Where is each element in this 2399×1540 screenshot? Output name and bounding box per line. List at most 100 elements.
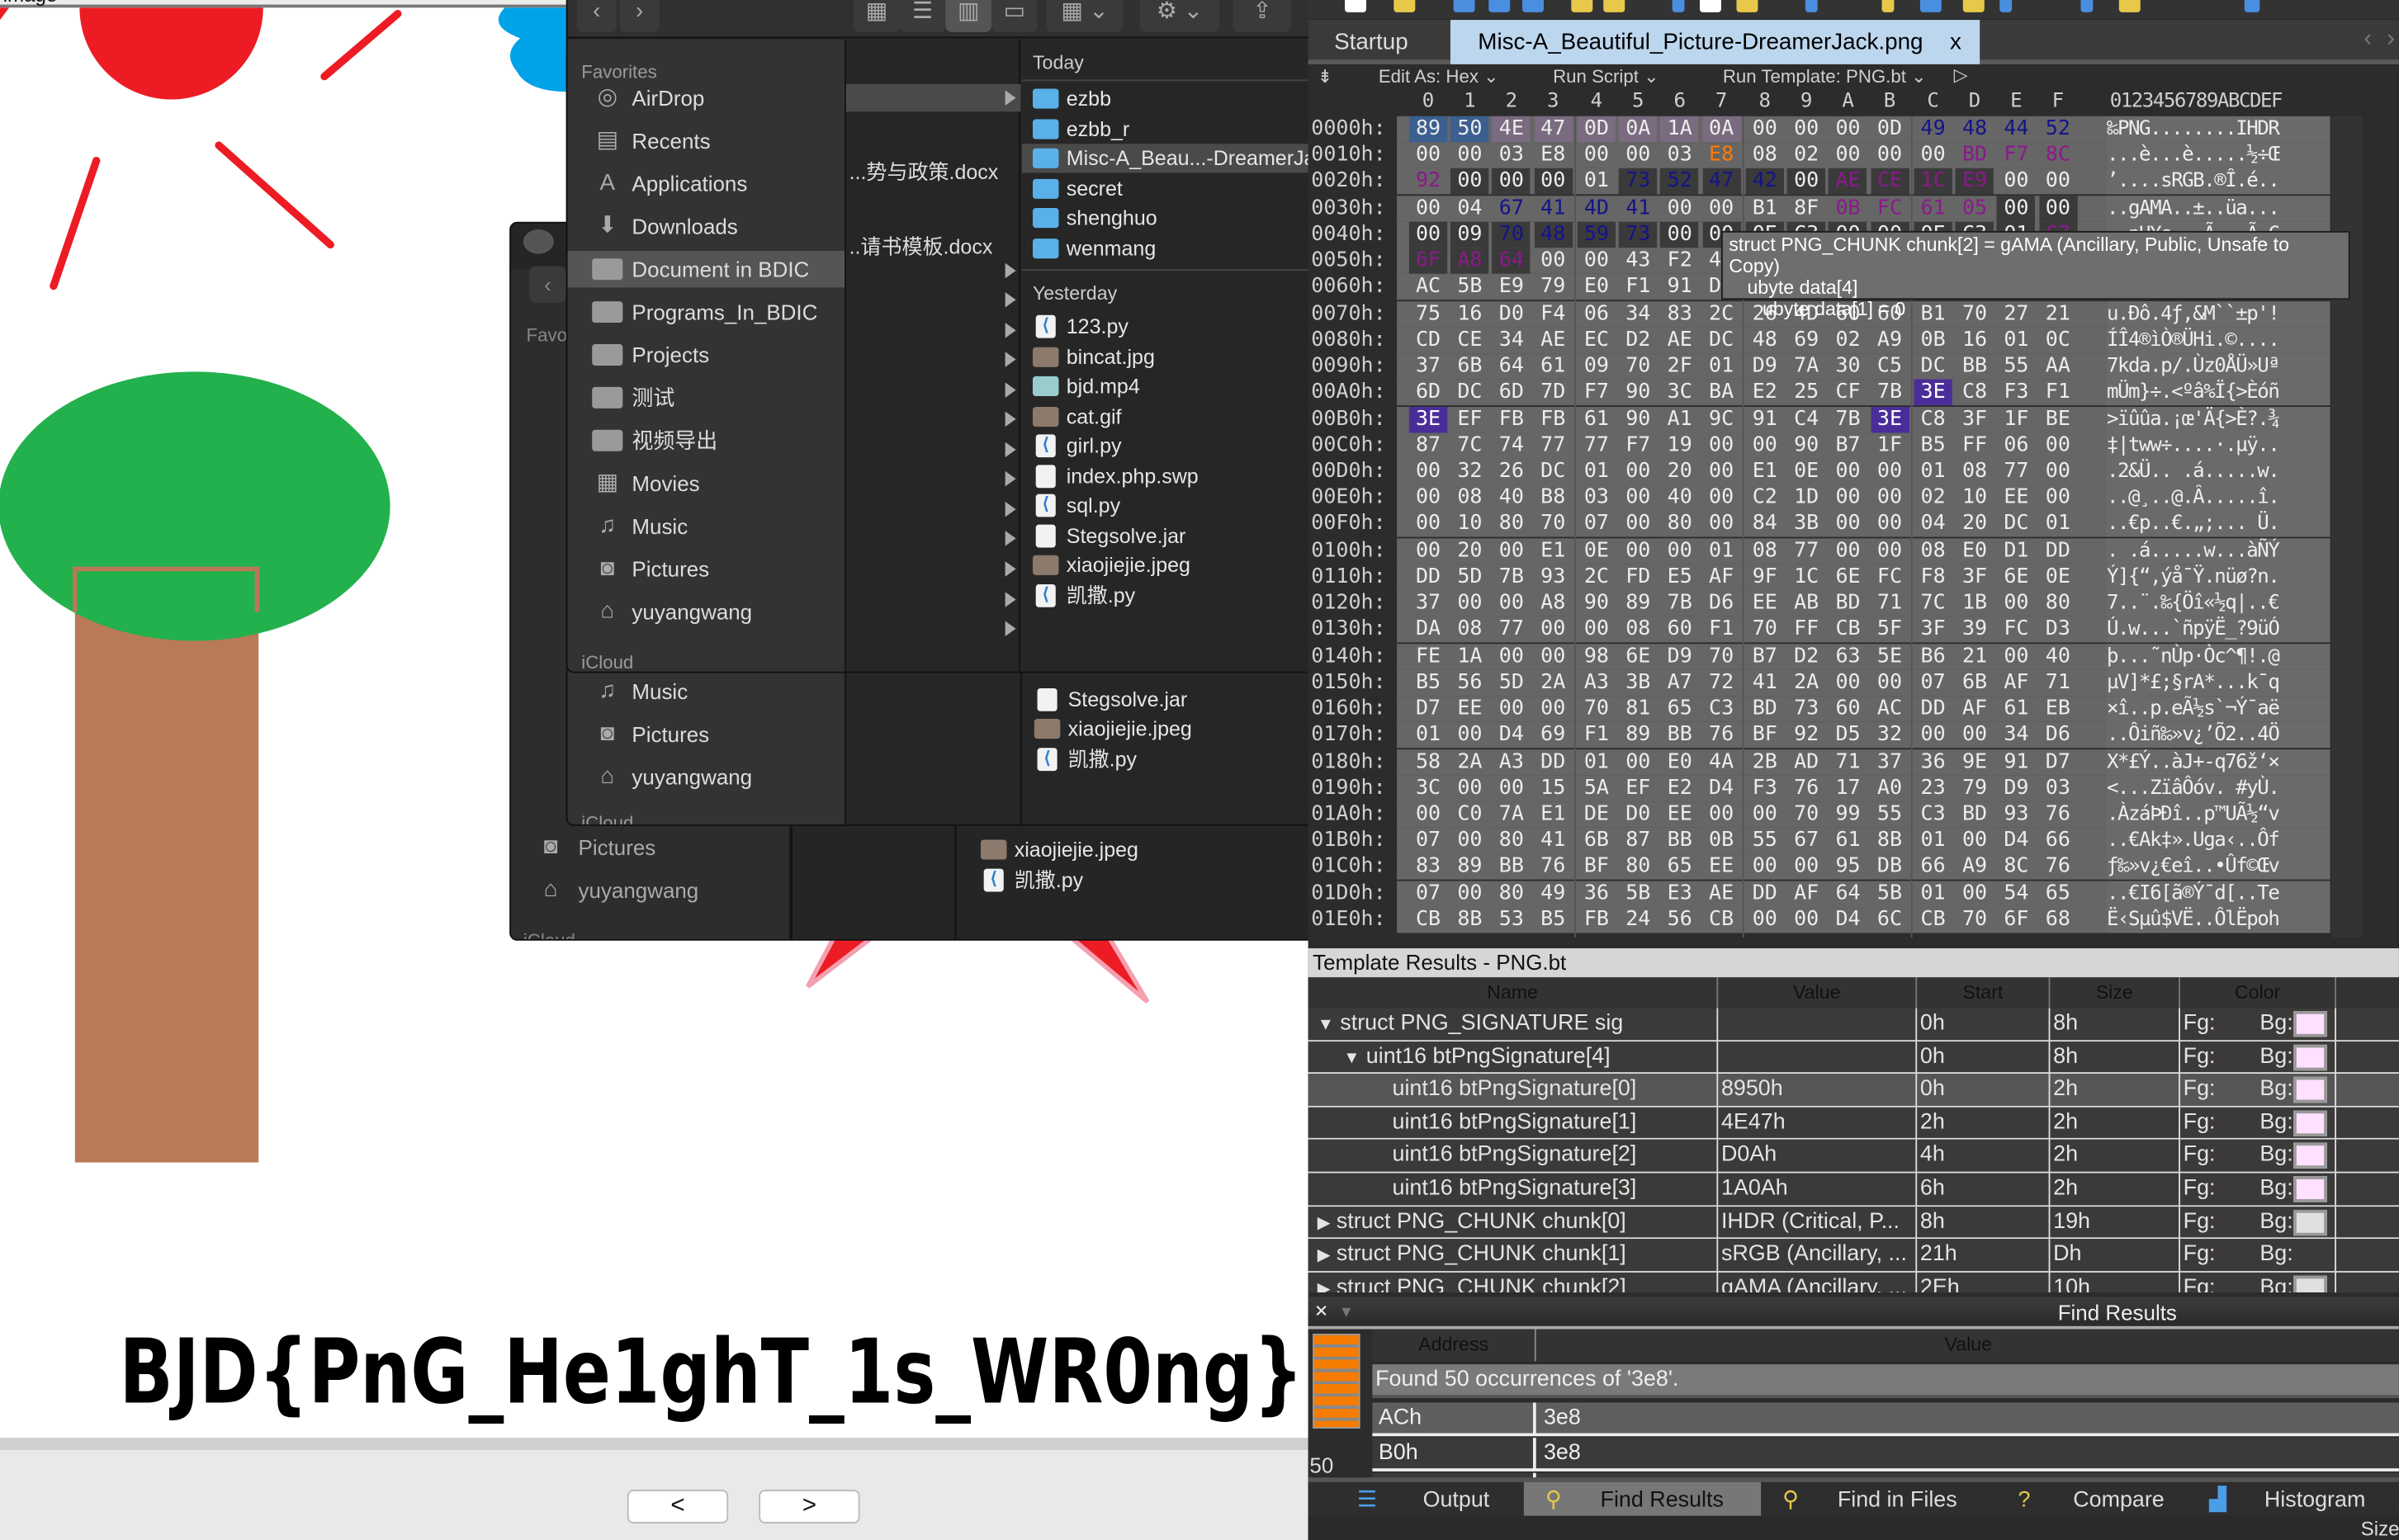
hex-byte[interactable]: 7A (1493, 801, 1531, 828)
hex-byte[interactable]: F1 (2039, 380, 2077, 406)
hex-byte[interactable]: 70 (1578, 696, 1616, 722)
file-item[interactable]: ...势与政策.docx (849, 154, 999, 185)
hex-byte[interactable]: 5D (1450, 565, 1488, 591)
hex-byte[interactable]: BF (1578, 854, 1616, 881)
ascii-text[interactable]: 7kda.p/.Ùz0ÅÜ»Uª (2106, 353, 2330, 380)
hex-byte[interactable]: DD (1914, 696, 1952, 722)
bg-color-swatch[interactable] (2293, 1044, 2327, 1070)
hex-byte[interactable]: 10 (1956, 485, 1994, 512)
hex-byte[interactable]: 61 (1534, 353, 1572, 380)
hex-byte[interactable]: 70 (1619, 353, 1657, 380)
hex-byte[interactable]: 00 (1914, 722, 1952, 749)
hex-byte[interactable]: 34 (1619, 300, 1657, 327)
hex-byte[interactable]: 36 (1914, 749, 1952, 775)
hex-byte[interactable]: 80 (1493, 881, 1531, 907)
share-button[interactable]: ⇪ (1233, 0, 1292, 32)
hex-byte[interactable]: 99 (1829, 801, 1867, 828)
hex-byte[interactable]: 76 (1534, 854, 1572, 881)
hex-byte[interactable]: 41 (1746, 669, 1784, 696)
hex-byte[interactable]: 00 (1661, 196, 1699, 222)
hex-byte[interactable]: 76 (2039, 801, 2077, 828)
hex-byte[interactable]: 16 (1956, 327, 1994, 353)
hex-byte[interactable]: 90 (1619, 406, 1657, 432)
ascii-text[interactable]: ..€I6[ã®Ý¯d[..Te (2106, 880, 2330, 907)
template-row[interactable]: uint16 btPngSignature[1] 4E47h 2h 2h Fg: Bg: (1308, 1107, 2399, 1141)
hex-byte[interactable]: 49 (1534, 881, 1572, 907)
hex-byte[interactable]: B5 (1914, 432, 1952, 459)
hex-byte[interactable]: F1 (1619, 274, 1657, 300)
hex-byte[interactable]: 37 (1409, 591, 1447, 617)
hex-byte[interactable]: 55 (1871, 801, 1909, 828)
hex-byte[interactable]: CF (1829, 380, 1867, 406)
disclosure-arrow-icon[interactable] (1005, 470, 1016, 487)
hex-byte[interactable]: DC (1534, 459, 1572, 485)
hex-byte[interactable]: FF (1787, 617, 1825, 644)
hex-byte[interactable]: 00 (1746, 116, 1784, 143)
hex-byte[interactable]: A9 (1956, 854, 1994, 881)
hex-byte[interactable]: 00 (1829, 512, 1867, 538)
hex-byte[interactable]: 1A (1450, 643, 1488, 669)
hex-byte[interactable]: B5 (1409, 669, 1447, 696)
hex-byte[interactable]: 01 (2039, 512, 2077, 538)
hex-byte[interactable]: 01 (1578, 749, 1616, 775)
hex-byte[interactable]: 48 (1746, 327, 1784, 353)
hex-byte[interactable]: 70 (1787, 801, 1825, 828)
hex-byte[interactable]: 98 (1578, 643, 1616, 669)
hex-byte[interactable]: D7 (1409, 696, 1447, 722)
hex-byte[interactable]: 36 (1578, 881, 1616, 907)
disclosure-arrow-icon[interactable] (1005, 501, 1016, 517)
ascii-text[interactable]: ‰PNG........IHDR (2106, 116, 2330, 143)
hex-byte[interactable]: 00 (1997, 591, 2035, 617)
find-icon[interactable] (1881, 0, 1895, 12)
hex-byte[interactable]: CB (1409, 907, 1447, 933)
file-item[interactable]: ..请书模板.docx (849, 229, 993, 260)
hex-byte[interactable]: 56 (1450, 669, 1488, 696)
bg-color-swatch[interactable] (2293, 1176, 2327, 1202)
hex-byte[interactable]: E3 (1661, 881, 1699, 907)
hex-byte[interactable]: CB (1914, 907, 1952, 933)
hex-byte[interactable]: 15 (1534, 775, 1572, 801)
hex-byte[interactable]: 00 (1493, 591, 1531, 617)
hex-byte[interactable]: 3B (1619, 669, 1657, 696)
hex-byte[interactable]: 1A (1660, 116, 1699, 143)
hex-byte[interactable]: 00 (1702, 485, 1740, 512)
hex-byte[interactable]: 6D (1409, 380, 1447, 406)
hex-byte[interactable]: C4 (1787, 406, 1825, 432)
hex-byte[interactable]: 76 (1787, 775, 1825, 801)
hex-byte[interactable]: 3C (1661, 380, 1699, 406)
hex-byte[interactable]: 00 (1409, 143, 1447, 169)
hex-byte[interactable]: 69 (1534, 722, 1572, 749)
hex-byte[interactable]: 70 (1956, 907, 1994, 933)
hex-byte[interactable]: 1C (1787, 565, 1825, 591)
hex-byte[interactable]: 5D (1493, 669, 1531, 696)
hex-byte[interactable]: 77 (1578, 432, 1616, 459)
hex-byte[interactable]: 2C (1578, 565, 1616, 591)
hex-byte[interactable]: 5B (1619, 881, 1657, 907)
hex-byte[interactable]: 07 (1409, 881, 1447, 907)
hex-byte[interactable]: A1 (1661, 406, 1699, 432)
hex-byte[interactable]: 00 (1829, 538, 1867, 565)
sidebar-item-1[interactable]: ▤ Recents (568, 122, 845, 158)
hex-byte[interactable]: C3 (1702, 696, 1740, 722)
hex-byte[interactable]: 59 (1577, 221, 1616, 248)
sidebar-item-11[interactable]: ◙ Pictures (568, 550, 845, 587)
ascii-text[interactable]: ..€Ak‡».Uga‹..Ôf (2106, 828, 2330, 854)
hex-byte[interactable]: 19 (1661, 432, 1699, 459)
hex-byte[interactable]: 3F (1956, 565, 1994, 591)
hex-byte[interactable]: DC (1702, 327, 1740, 353)
hex-byte[interactable]: 60 (1661, 617, 1699, 644)
column-value[interactable]: Value (1718, 977, 1918, 1009)
hex-byte[interactable]: F3 (1997, 380, 2035, 406)
word-wrap-icon[interactable] (2244, 0, 2260, 12)
sidebar-item-10[interactable]: ♫ Music (568, 508, 845, 544)
hex-byte[interactable]: 73 (1619, 221, 1658, 248)
hex-byte[interactable]: 95 (1829, 854, 1867, 881)
hex-byte[interactable]: 80 (1493, 828, 1531, 854)
ascii-text[interactable]: ‡|tww÷....·.µÿ.. (2106, 432, 2330, 459)
hex-byte[interactable]: 61 (1578, 406, 1616, 432)
hex-byte[interactable]: 17 (1829, 775, 1867, 801)
hex-byte[interactable]: 01 (1914, 881, 1952, 907)
hex-byte[interactable]: 69 (1787, 327, 1825, 353)
bg-color-swatch[interactable] (2293, 1110, 2327, 1136)
template-row[interactable]: ▶ struct PNG_CHUNK chunk[1] sRGB (Ancillar… (1308, 1239, 2399, 1273)
